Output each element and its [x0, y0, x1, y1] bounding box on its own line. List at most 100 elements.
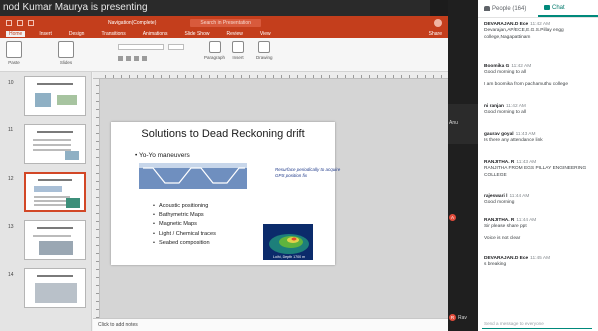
font-color-icon[interactable]	[142, 56, 147, 61]
slide-thumbnail[interactable]	[24, 220, 86, 260]
message-text: Devarajan,AP/ECE,E.G.S.Pillay engg colle…	[484, 28, 564, 40]
clipboard-icon	[6, 41, 22, 58]
font-name-select[interactable]	[118, 44, 164, 50]
tab-design[interactable]: Design	[66, 31, 88, 37]
message-sender: gaurav goyal	[484, 132, 514, 137]
message-text: I am boomika from pachamuthu college	[484, 81, 568, 87]
ruler-tick	[96, 173, 99, 174]
chat-message: RANJITHA. R 11:44 AM Sir please share ppt…	[484, 218, 596, 243]
chat-message: ni ranjan 11:42 AM Good morning to all	[484, 104, 596, 117]
ruler-tick	[257, 75, 258, 78]
message-text: RANJITHA FROM EGS PILLAY ENGINEERING COL…	[484, 166, 587, 178]
save-icon[interactable]	[6, 19, 12, 26]
new-slide-button[interactable]: Slides	[58, 41, 74, 65]
chat-message: Boomika G 11:42 AM Good morning to all I …	[484, 64, 596, 89]
presenting-banner: nod Kumar Maurya is presenting	[0, 0, 430, 16]
search-input[interactable]: Search in Presentation	[190, 18, 261, 27]
drawing-button[interactable]: Drawing	[256, 41, 273, 60]
message-text: Good morning to all	[484, 110, 526, 115]
ruler-tick	[145, 75, 146, 78]
bullet-item: Light / Chemical traces	[153, 230, 216, 239]
slide-caption[interactable]: Resurface periodically to acquire GPS po…	[275, 167, 351, 179]
ruler-tick	[96, 125, 99, 126]
slide-number: 13	[8, 224, 14, 230]
chat-compose-input[interactable]: Send a message to everyone	[482, 318, 592, 329]
ruler-tick	[273, 75, 274, 78]
ruler-tick	[96, 85, 99, 86]
ribbon: Paste Slides Paragraph Insert Drawing	[0, 38, 448, 72]
ruler-tick	[137, 75, 138, 78]
tab-review[interactable]: Review	[223, 31, 245, 37]
ruler-tick	[385, 75, 386, 78]
tab-people[interactable]: People (164)	[478, 0, 538, 17]
horizontal-ruler	[93, 72, 448, 79]
message-time: 11:42 AM	[506, 104, 526, 109]
quick-access-toolbar	[6, 19, 34, 26]
tab-transitions[interactable]: Transitions	[98, 31, 128, 37]
ruler-tick	[209, 75, 210, 78]
font-size-select[interactable]	[168, 44, 184, 50]
ruler-tick	[193, 75, 194, 78]
ruler-tick	[409, 75, 410, 78]
participant-label: A	[449, 214, 456, 221]
tab-home[interactable]: Home	[6, 30, 26, 37]
message-sender: DEVARAJAN.D Ece	[484, 256, 529, 261]
yoyo-diagram	[139, 163, 247, 189]
ruler-tick	[289, 75, 290, 78]
paragraph-button[interactable]: Paragraph	[204, 41, 225, 60]
ruler-tick	[96, 109, 99, 110]
insert-button[interactable]: Insert	[232, 41, 244, 60]
bullet-item: Acoustic positioning	[153, 202, 216, 211]
bullet-item: Magnetic Maps	[153, 220, 216, 229]
bullet-item: Bathymetric Maps	[153, 211, 216, 220]
ruler-tick	[96, 189, 99, 190]
slide-title[interactable]: Solutions to Dead Reckoning drift	[111, 128, 335, 140]
redo-icon[interactable]	[28, 19, 34, 26]
message-text: Voice is not clear	[484, 235, 521, 241]
ruler-tick	[96, 277, 99, 278]
paste-button[interactable]: Paste	[6, 41, 22, 65]
ruler-tick	[361, 75, 362, 78]
people-icon	[484, 6, 490, 11]
message-time: 11:42 AM	[511, 64, 532, 69]
slide-thumbnail[interactable]	[24, 268, 86, 308]
tab-insert[interactable]: Insert	[36, 31, 55, 37]
slide-thumbnail[interactable]	[24, 76, 86, 116]
bold-icon[interactable]	[118, 56, 123, 61]
underline-icon[interactable]	[134, 56, 139, 61]
ruler-tick	[96, 301, 99, 302]
chat-message: DEVARAJAN.D Ece 11:45 AM s breaking	[484, 256, 596, 269]
ruler-tick	[401, 75, 402, 78]
undo-icon[interactable]	[17, 19, 23, 26]
tab-animations[interactable]: Animations	[140, 31, 171, 37]
chat-message: DEVARAJAN.D Ece 11:42 AM Devarajan,AP/ECE…	[484, 22, 596, 42]
slide-thumbnail-selected[interactable]	[24, 172, 86, 212]
notes-pane[interactable]: Click to add notes	[93, 318, 448, 331]
tab-view[interactable]: View	[257, 31, 274, 37]
share-button[interactable]: Share	[429, 31, 442, 37]
ruler-tick	[96, 117, 99, 118]
ruler-tick	[153, 75, 154, 78]
ruler-tick	[185, 75, 186, 78]
message-sender: DEVARAJAN.D Ece	[484, 22, 529, 27]
chat-message: RANJITHA. R 11:43 AM RANJITHA FROM EGS PI…	[484, 160, 596, 180]
italic-icon[interactable]	[126, 56, 131, 61]
avatar: R	[449, 314, 456, 321]
ruler-tick	[96, 93, 99, 94]
current-slide[interactable]: Solutions to Dead Reckoning drift • Yo-Y…	[111, 122, 340, 265]
image-caption: Loihi, Depth 1700 m	[273, 255, 306, 259]
tab-slide-show[interactable]: Slide Show	[181, 31, 212, 37]
slide-main-bullet[interactable]: • Yo-Yo maneuvers	[135, 152, 190, 159]
ruler-tick	[249, 75, 250, 78]
ruler-tick	[96, 229, 99, 230]
document-title: Navigation(Complete)	[108, 19, 157, 26]
ruler-tick	[129, 75, 130, 78]
ruler-tick	[96, 285, 99, 286]
chat-messages: DEVARAJAN.D Ece 11:42 AM Devarajan,AP/ECE…	[478, 22, 598, 316]
tab-chat[interactable]: Chat	[538, 0, 598, 17]
account-avatar[interactable]	[434, 18, 442, 27]
ruler-tick	[96, 213, 99, 214]
message-sender: ni ranjan	[484, 104, 504, 109]
slide-thumbnail[interactable]	[24, 124, 86, 164]
slide-bullet-list[interactable]: Acoustic positioning Bathymetric Maps Ma…	[153, 202, 216, 248]
